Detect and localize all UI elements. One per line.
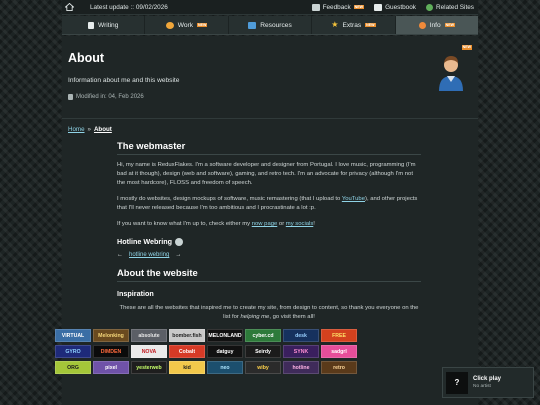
text: , go visit them all!	[269, 314, 315, 320]
webmaster-heading: The webmaster	[117, 140, 421, 155]
modified-text: Modified in: 04, Feb 2026	[76, 94, 144, 100]
site-button[interactable]: retro	[321, 361, 357, 374]
new-badge: NEW	[197, 22, 208, 28]
webring-prev-icon[interactable]: ←	[117, 252, 123, 258]
user-avatar-icon	[439, 56, 463, 91]
album-art-placeholder-icon[interactable]: ?	[446, 371, 468, 394]
site-button[interactable]: Cobalt	[169, 345, 205, 358]
site-button[interactable]: wiby	[245, 361, 281, 374]
modified-date: Modified in: 04, Feb 2026	[68, 94, 144, 100]
site-button[interactable]: kid	[169, 361, 205, 374]
new-badge: NEW	[444, 22, 456, 28]
site-button[interactable]: VIRTUAL	[55, 329, 91, 342]
top-bar: Latest update :: 09/02/2026 Feedback NEW…	[62, 0, 478, 15]
globe-icon	[425, 3, 433, 11]
about-website-heading: About the website	[117, 267, 421, 282]
home-icon[interactable]	[62, 3, 76, 11]
site-button[interactable]: FREE	[321, 329, 357, 342]
site-button[interactable]: absolute	[131, 329, 167, 342]
about-content: The webmaster Hi, my name is ReduxFlakes…	[117, 140, 421, 322]
site-button[interactable]: Seirdy	[245, 345, 281, 358]
breadcrumb-home[interactable]: Home	[68, 126, 85, 133]
site-button[interactable]: pixel	[93, 361, 129, 374]
site-button[interactable]: hotline	[283, 361, 319, 374]
site-button[interactable]: neo	[207, 361, 243, 374]
info-icon	[418, 21, 426, 29]
feedback-label: Feedback	[322, 3, 351, 11]
player-artist: No artist	[473, 384, 491, 389]
breadcrumb-current[interactable]: About	[94, 126, 112, 133]
webring-link[interactable]: hotline webring	[129, 252, 169, 258]
webring-title: Hotline Webring	[117, 237, 172, 246]
tab-label: Resources	[260, 21, 292, 29]
document-icon	[88, 21, 94, 29]
webmaster-work-paragraph: I mostly do websites, design mockups of …	[117, 195, 421, 213]
webring-nav: ← hotline webring →	[117, 252, 421, 258]
main-nav: Writing Work NEW Resources ★ Extras NEW …	[62, 16, 479, 35]
site-button[interactable]: bomber.fish	[169, 329, 205, 342]
music-player[interactable]: ? Click play No artist	[442, 367, 534, 398]
webmaster-intro: Hi, my name is ReduxFlakes. I'm a softwa…	[117, 162, 416, 186]
page-title: About	[68, 51, 105, 65]
new-badge: NEW	[365, 22, 376, 28]
site-button[interactable]: cyber.cd	[245, 329, 281, 342]
page-subtitle: Information about me and this website	[68, 77, 180, 84]
star-icon: ★	[331, 20, 339, 29]
palette-icon	[165, 21, 174, 29]
guestbook-icon	[374, 3, 383, 11]
breadcrumb-separator: »	[87, 126, 91, 133]
text: or	[277, 221, 286, 227]
site-button[interactable]: NOVA	[131, 345, 167, 358]
feedback-link[interactable]: Feedback NEW	[311, 3, 365, 11]
socials-link[interactable]: my socials	[286, 221, 314, 227]
site-button[interactable]: SYNK	[283, 345, 319, 358]
tab-label: Extras	[342, 21, 362, 29]
site-button[interactable]: datguy	[207, 345, 243, 358]
tab-writing[interactable]: Writing	[62, 16, 146, 34]
webring-badge-icon	[174, 237, 183, 246]
site-button[interactable]: sadgrl	[321, 345, 357, 358]
latest-update-text: Latest update :: 09/02/2026	[90, 3, 168, 11]
guestbook-link[interactable]: Guestbook	[374, 3, 416, 11]
tab-label: Info	[429, 21, 441, 29]
new-badge: NEW	[461, 45, 472, 50]
related-sites-link[interactable]: Related Sites	[425, 3, 474, 11]
text: !	[313, 221, 315, 227]
tab-label: Work	[177, 21, 194, 29]
webring-heading: Hotline Webring	[117, 237, 421, 246]
site-button[interactable]: GYRO	[55, 345, 91, 358]
player-title: Click play	[473, 376, 502, 382]
webmaster-links-paragraph: If you want to know what I'm up to, chec…	[117, 220, 421, 229]
tab-label: Writing	[98, 21, 119, 29]
folder-icon	[248, 21, 257, 29]
tab-info[interactable]: Info NEW	[395, 16, 479, 34]
player-info: Click play No artist	[473, 376, 501, 389]
text: I mostly do websites, design mockups of …	[117, 196, 342, 202]
inspiration-text: These are all the websites that inspired…	[117, 304, 421, 322]
site-button[interactable]: ORG	[55, 361, 91, 374]
youtube-link[interactable]: YouTube	[342, 196, 365, 202]
now-page-link[interactable]: now page	[252, 221, 278, 227]
text-emphasis: helping me	[240, 314, 270, 320]
guestbook-label: Guestbook	[385, 3, 416, 11]
site-button[interactable]: Melonking	[93, 329, 129, 342]
new-badge: NEW	[353, 4, 365, 10]
tab-resources[interactable]: Resources	[229, 16, 313, 34]
webring-next-icon[interactable]: →	[175, 252, 181, 258]
page-header: About Information about me and this webs…	[62, 36, 478, 119]
calendar-icon	[68, 94, 73, 100]
related-sites-label: Related Sites	[435, 3, 474, 11]
site-button[interactable]: desk	[283, 329, 319, 342]
text: If you want to know what I'm up to, chec…	[117, 221, 252, 227]
monitor-icon	[311, 3, 320, 11]
inspiration-heading: Inspiration	[117, 289, 154, 298]
tab-work[interactable]: Work NEW	[145, 16, 229, 34]
site-button[interactable]: yesterweb	[131, 361, 167, 374]
site-button[interactable]: DIMDEN	[93, 345, 129, 358]
site-buttons-grid: VIRTUAL Melonking absolute bomber.fish MELON…	[55, 329, 359, 375]
tab-extras[interactable]: ★ Extras NEW	[312, 16, 396, 34]
site-button[interactable]: MELONLAND	[207, 329, 243, 342]
breadcrumb: Home » About	[68, 126, 112, 133]
